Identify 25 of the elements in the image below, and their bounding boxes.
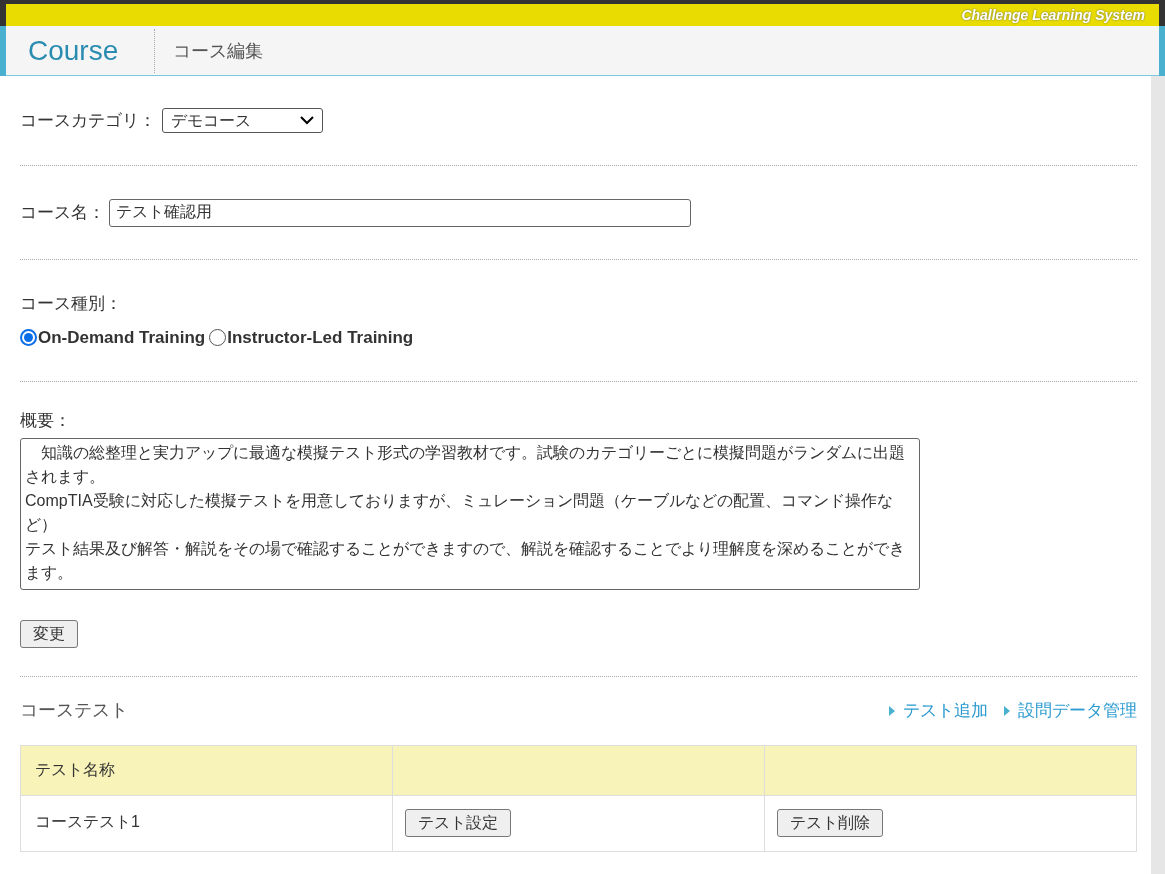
table-header: テスト名称 xyxy=(20,745,393,795)
radio-button[interactable] xyxy=(20,328,37,346)
section-heading: コーステスト xyxy=(20,699,128,722)
test-delete-button[interactable]: テスト削除 xyxy=(777,809,883,837)
summary-paragraph: テスト結果及び解答・解説をその場で確認することができますので、解説を確認することでより理解度を深めることができます。 xyxy=(25,538,906,583)
brand-name: Challenge Learning System xyxy=(961,5,1145,25)
summary-paragraph: 知識の総整理と実力アップに最適な模擬テスト形式の学習教材です。試験のカテゴリーごとに模擬問題がランダムに出題されます。 xyxy=(25,442,906,487)
course-name-label: コース名： xyxy=(20,201,105,224)
test-settings-button[interactable]: テスト設定 xyxy=(405,809,511,837)
summary-textarea[interactable]: 知識の総整理と実力アップに最適な模擬テスト形式の学習教材です。試験のカテゴリーごとに模擬問題がランダムに出題されます。 CompTIA受験に対応した模擬テストを用意しておりますが、ミュレーション問題（ケーブルなどの配置、コマンド操作など） テスト結果及び解答・解説をその場で確認することができますので、解説を確認することでより理解度を深めることができます。 xyxy=(20,437,920,590)
category-select[interactable]: デモコース xyxy=(162,108,323,133)
section-title: Course xyxy=(27,34,120,68)
course-type-label: コース種別： xyxy=(20,293,123,315)
table-cell: コーステスト1 xyxy=(20,795,393,851)
radio-option[interactable]: Instructor-Led Training xyxy=(209,324,414,350)
triangle-right-icon xyxy=(1004,705,1010,716)
chevron-down-icon xyxy=(300,116,314,125)
save-button[interactable]: 変更 xyxy=(20,619,78,648)
category-label: コースカテゴリ： xyxy=(20,109,156,132)
radio-option[interactable]: On-Demand Training xyxy=(20,324,206,350)
page-title: コース編集 xyxy=(172,39,263,63)
course-name-input[interactable]: テスト確認用 xyxy=(109,198,691,227)
summary-label: 概要： xyxy=(20,410,72,432)
triangle-right-icon xyxy=(889,705,895,716)
summary-paragraph: CompTIA受験に対応した模擬テストを用意しておりますが、ミュレーション問題（ケーブルなどの配置、コマンド操作など） xyxy=(25,490,894,535)
